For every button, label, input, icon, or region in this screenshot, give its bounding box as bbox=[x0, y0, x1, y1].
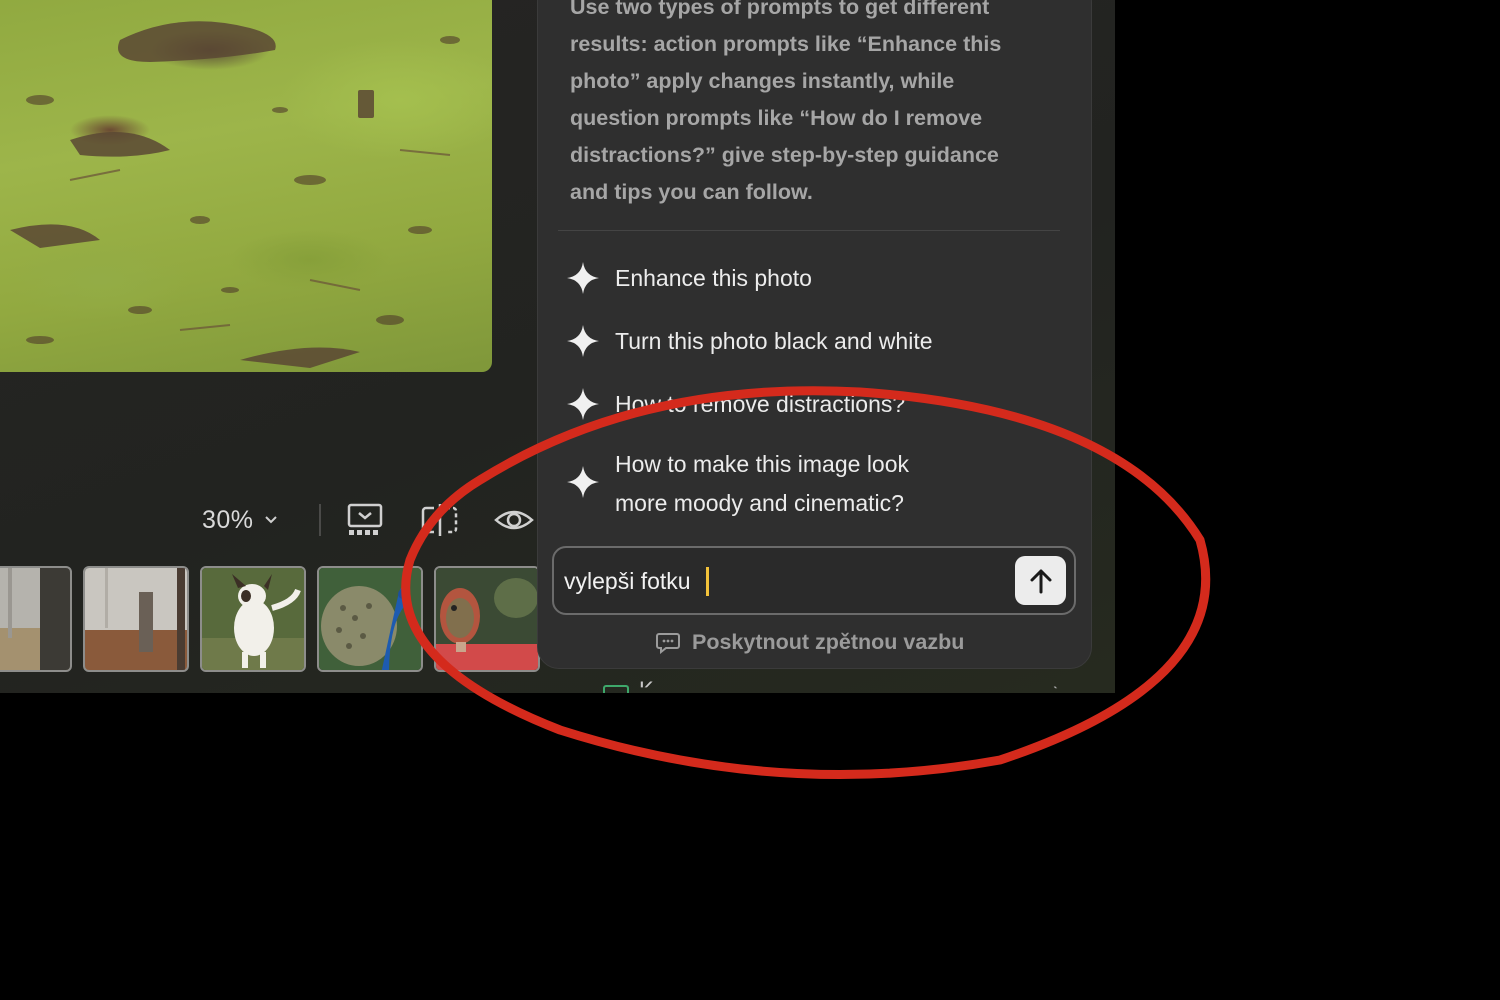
filmstrip-icon[interactable] bbox=[346, 502, 384, 543]
suggestion-remove-distractions[interactable]: How to remove distractions? bbox=[566, 385, 1026, 424]
prompt-input[interactable] bbox=[562, 558, 996, 604]
feedback-link[interactable]: Poskytnout zpětnou vazbu bbox=[656, 630, 964, 655]
suggestion-enhance-photo[interactable]: Enhance this photo bbox=[566, 259, 1026, 298]
eye-icon[interactable] bbox=[494, 502, 534, 543]
chat-bubble-icon bbox=[656, 632, 680, 654]
suggestion-label: How to make this image look more moody a… bbox=[615, 451, 910, 516]
thumbnail-forest-trunk[interactable] bbox=[0, 566, 72, 672]
panel-divider bbox=[558, 230, 1060, 231]
thumbnail-dog[interactable] bbox=[200, 566, 306, 672]
suggestion-label: How to remove distractions? bbox=[615, 391, 906, 417]
chevron-down-icon bbox=[264, 512, 278, 530]
assistant-intro-text: Use two types of prompts to get differen… bbox=[570, 0, 1002, 204]
prompt-input-box bbox=[552, 546, 1076, 615]
panel-icon bbox=[603, 685, 629, 693]
compare-icon[interactable] bbox=[420, 502, 460, 543]
suggestion-label: Turn this photo black and white bbox=[615, 328, 933, 354]
suggestion-moody-cinematic[interactable]: How to make this image look more moody a… bbox=[566, 445, 1026, 523]
sparkle-icon bbox=[567, 466, 599, 498]
zoom-dropdown[interactable]: 30% bbox=[202, 506, 278, 535]
photo-editor-window: 30% Use two types of prompts to get diff… bbox=[0, 0, 1115, 693]
sparkle-icon bbox=[567, 325, 599, 357]
thumbnail-bird-figurine[interactable] bbox=[434, 566, 540, 672]
sparkle-icon bbox=[567, 388, 599, 420]
sparkle-icon bbox=[567, 262, 599, 294]
chevron-right-icon: › bbox=[1053, 679, 1060, 693]
arrow-up-icon bbox=[1030, 569, 1051, 593]
text-caret bbox=[706, 567, 709, 596]
feedback-label: Poskytnout zpětnou vazbu bbox=[692, 630, 965, 654]
send-button[interactable] bbox=[1015, 556, 1066, 605]
suggestion-label: Enhance this photo bbox=[615, 265, 812, 291]
main-photo[interactable] bbox=[0, 0, 492, 372]
suggestion-black-and-white[interactable]: Turn this photo black and white bbox=[566, 322, 1026, 361]
thumbnail-peacock[interactable] bbox=[317, 566, 423, 672]
collapsed-section-label: K... bbox=[639, 677, 673, 693]
thumbnail-foggy-forest[interactable] bbox=[83, 566, 189, 672]
toolbar-divider bbox=[319, 504, 321, 536]
zoom-value: 30% bbox=[202, 506, 254, 534]
ai-assistant-panel: Use two types of prompts to get differen… bbox=[537, 0, 1092, 669]
